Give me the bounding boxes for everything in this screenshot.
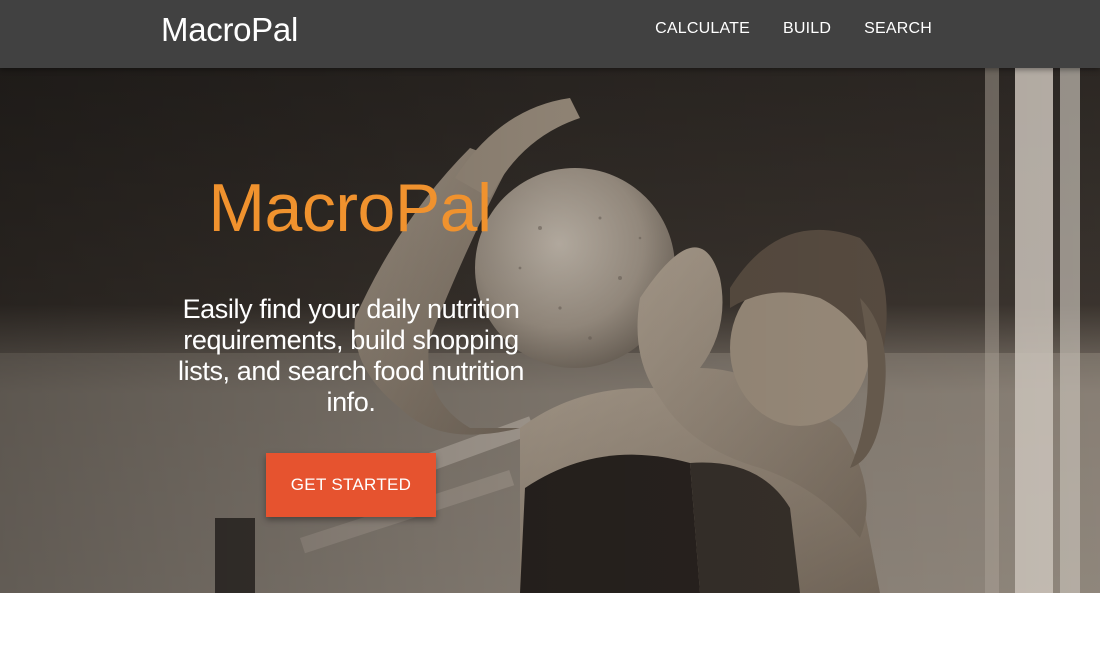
get-started-button[interactable]: GET STARTED [266, 453, 436, 517]
nav-link-build[interactable]: BUILD [783, 20, 831, 38]
hero-section: MacroPal Easily find your daily nutritio… [0, 68, 1100, 593]
hero-subtitle: Easily find your daily nutrition require… [178, 294, 524, 417]
nav-link-calculate[interactable]: CALCULATE [655, 20, 750, 38]
hero-title: MacroPal [208, 170, 492, 246]
top-navbar: MacroPal CALCULATE BUILD SEARCH [0, 0, 1100, 68]
page-content-area [0, 593, 1100, 650]
hero-background-image [0, 68, 1100, 593]
nav-links: CALCULATE BUILD SEARCH [655, 0, 932, 58]
brand-logo-link[interactable]: MacroPal [161, 10, 298, 50]
nav-link-search[interactable]: SEARCH [864, 20, 932, 38]
